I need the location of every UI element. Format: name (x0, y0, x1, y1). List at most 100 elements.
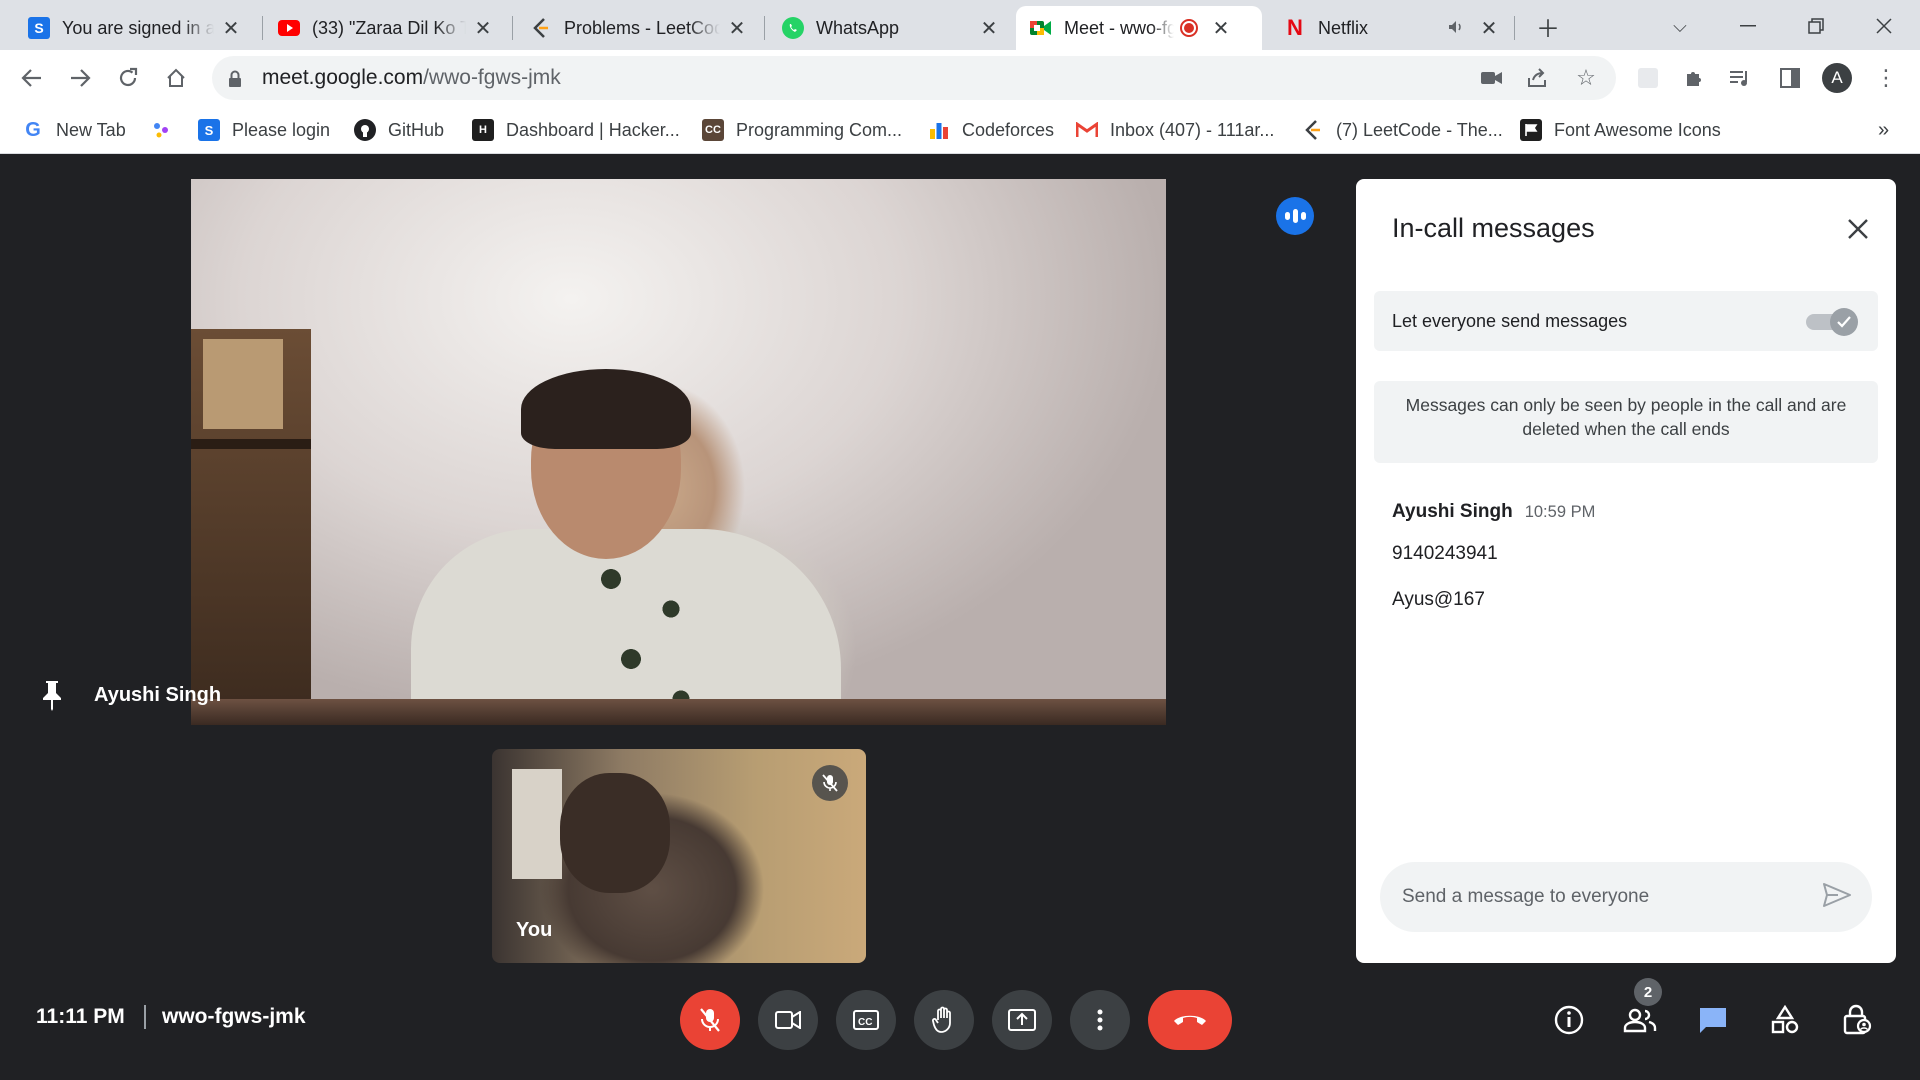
codechef-icon: CC (702, 119, 724, 141)
present-to-all-icon (1008, 1009, 1036, 1031)
send-icon[interactable] (1822, 882, 1854, 912)
tab-title: Problems - LeetCode (564, 17, 720, 38)
activities-button[interactable] (1760, 995, 1810, 1045)
close-icon[interactable]: ✕ (1210, 16, 1232, 41)
camera-in-use-icon[interactable] (1472, 58, 1512, 98)
bookmark-label: Inbox (407) - 111ar... (1110, 119, 1275, 140)
window-close-icon[interactable] (1864, 6, 1904, 46)
svg-text:CC: CC (858, 1017, 872, 1028)
close-icon[interactable] (1838, 209, 1878, 249)
media-queue-icon[interactable] (1720, 58, 1760, 98)
restore-icon[interactable] (1796, 6, 1836, 46)
present-screen-button[interactable] (992, 990, 1052, 1050)
bookmark-hackerrank[interactable]: H Dashboard | Hacker... (472, 116, 680, 144)
bookmark-new-tab[interactable]: G New Tab (22, 116, 126, 144)
tab-signed-in[interactable]: S You are signed in as ✕ (14, 6, 254, 50)
activities-shapes-icon (1771, 1005, 1799, 1034)
captions-button[interactable]: CC (836, 990, 896, 1050)
bookmark-star-icon[interactable]: ☆ (1566, 58, 1606, 98)
close-icon[interactable]: ✕ (978, 16, 1000, 41)
leetcode-icon (1302, 119, 1324, 141)
netflix-icon: N (1287, 15, 1303, 40)
message-input[interactable] (1402, 881, 1802, 913)
close-icon[interactable]: ✕ (726, 16, 748, 41)
tab-youtube[interactable]: (33) "Zaraa Dil Ko T ✕ (264, 6, 506, 50)
hackerrank-icon: H (472, 119, 494, 141)
meet-stage: Ayushi Singh You In-call messages Let ev… (0, 155, 1920, 1080)
send-messages-toggle[interactable] (1806, 308, 1858, 336)
speaker-icon[interactable] (1448, 20, 1464, 37)
mic-toggle-button[interactable] (680, 990, 740, 1050)
self-label: You (516, 919, 553, 941)
bookmark-please-login[interactable]: S Please login (198, 116, 330, 144)
bookmark-extension[interactable] (150, 116, 172, 144)
address-bar[interactable]: meet.google.com/wwo-fgws-jmk (212, 56, 1616, 100)
bookmark-github[interactable]: GitHub (354, 116, 444, 144)
tab-title: (33) "Zaraa Dil Ko T (312, 17, 466, 38)
lock-icon[interactable] (228, 70, 242, 87)
more-options-button[interactable] (1070, 990, 1130, 1050)
meeting-code[interactable]: wwo-fgws-jmk (162, 1005, 306, 1029)
bookmark-label: Programming Com... (736, 119, 903, 140)
tab-netflix[interactable]: N Netflix ✕ (1270, 6, 1512, 50)
pinned-participant-label: Ayushi Singh (40, 679, 221, 711)
bookmark-label: GitHub (388, 119, 445, 140)
self-video-window (512, 769, 562, 879)
closed-captions-icon: CC (853, 1010, 879, 1030)
url-path: /wwo-fgws-jmk (423, 66, 561, 89)
bookmark-label: New Tab (56, 119, 126, 140)
more-vertical-icon[interactable]: ⋮ (1866, 58, 1906, 98)
tab-whatsapp[interactable]: WhatsApp ✕ (768, 6, 1012, 50)
leetcode-icon (530, 17, 552, 39)
pin-icon[interactable] (40, 679, 66, 711)
new-tab-plus-icon[interactable]: ＋ (1528, 6, 1568, 46)
google-icon: G (25, 118, 41, 141)
bookmark-font-awesome[interactable]: Font Awesome Icons (1520, 116, 1721, 144)
meeting-details-button[interactable] (1544, 995, 1594, 1045)
side-panel-icon[interactable] (1770, 58, 1810, 98)
tab-leetcode[interactable]: Problems - LeetCode ✕ (516, 6, 760, 50)
bookmark-leetcode[interactable]: (7) LeetCode - The... (1302, 116, 1503, 144)
leave-call-button[interactable] (1148, 990, 1232, 1050)
reload-icon[interactable] (108, 58, 148, 98)
host-controls-button[interactable] (1832, 995, 1882, 1045)
tab-title: WhatsApp (816, 17, 900, 38)
participant-name: Ayushi Singh (94, 683, 222, 706)
url-host: meet.google.com (262, 66, 424, 89)
url-text[interactable]: meet.google.com/wwo-fgws-jmk (262, 66, 561, 90)
minimize-icon[interactable] (1728, 6, 1768, 46)
close-icon[interactable]: ✕ (220, 16, 242, 41)
home-icon[interactable] (156, 58, 196, 98)
github-icon (354, 119, 376, 141)
extensions-puzzle-icon[interactable] (1674, 58, 1714, 98)
pinned-participant-video[interactable] (191, 179, 1166, 725)
tab-meet[interactable]: Meet - wwo-fgws-jmk ✕ (1016, 6, 1262, 50)
s-favicon-icon: S (28, 17, 50, 39)
chat-button[interactable] (1688, 995, 1738, 1045)
browser-toolbar: meet.google.com/wwo-fgws-jmk ☆ A ⋮ (0, 50, 1920, 106)
close-icon[interactable]: ✕ (1478, 16, 1500, 41)
extension-tile-icon[interactable] (1628, 58, 1668, 98)
tab-search-chevron-icon[interactable]: ⌵ (1660, 6, 1700, 46)
bookmark-label: Please login (232, 119, 331, 140)
share-icon[interactable] (1518, 58, 1558, 98)
bookmarks-overflow-chevron-icon[interactable]: » (1878, 116, 1889, 144)
in-call-messages-panel: In-call messages Let everyone send messa… (1356, 179, 1896, 963)
profile-avatar[interactable]: A (1822, 63, 1852, 93)
speaking-indicator-icon (1276, 197, 1314, 235)
bookmark-gmail[interactable]: Inbox (407) - 111ar... (1076, 116, 1274, 144)
self-view-tile[interactable]: You (492, 749, 866, 963)
camera-toggle-button[interactable] (758, 990, 818, 1050)
videocam-icon (775, 1011, 801, 1029)
people-icon (1623, 1008, 1657, 1033)
gmail-icon (1076, 119, 1098, 141)
close-icon[interactable]: ✕ (472, 16, 494, 41)
tab-title: You are signed in as (62, 17, 214, 38)
bookmark-codechef[interactable]: CC Programming Com... (702, 116, 902, 144)
forward-arrow-icon[interactable] (60, 58, 100, 98)
bookmark-codeforces[interactable]: Codeforces (928, 116, 1054, 144)
toggle-label: Let everyone send messages (1392, 310, 1628, 331)
back-arrow-icon[interactable] (12, 58, 52, 98)
hand-icon (932, 1006, 951, 1033)
raise-hand-button[interactable] (914, 990, 974, 1050)
